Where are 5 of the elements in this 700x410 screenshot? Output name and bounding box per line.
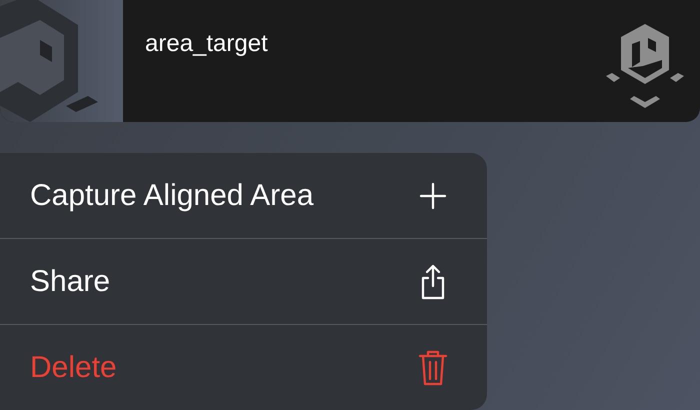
- menu-item[interactable]: Share: [0, 238, 487, 324]
- cube-icon: [606, 24, 684, 108]
- item-title: area_target: [145, 30, 268, 59]
- menu-item[interactable]: Capture Aligned Area: [0, 153, 487, 238]
- item-card[interactable]: area_target: [0, 0, 700, 122]
